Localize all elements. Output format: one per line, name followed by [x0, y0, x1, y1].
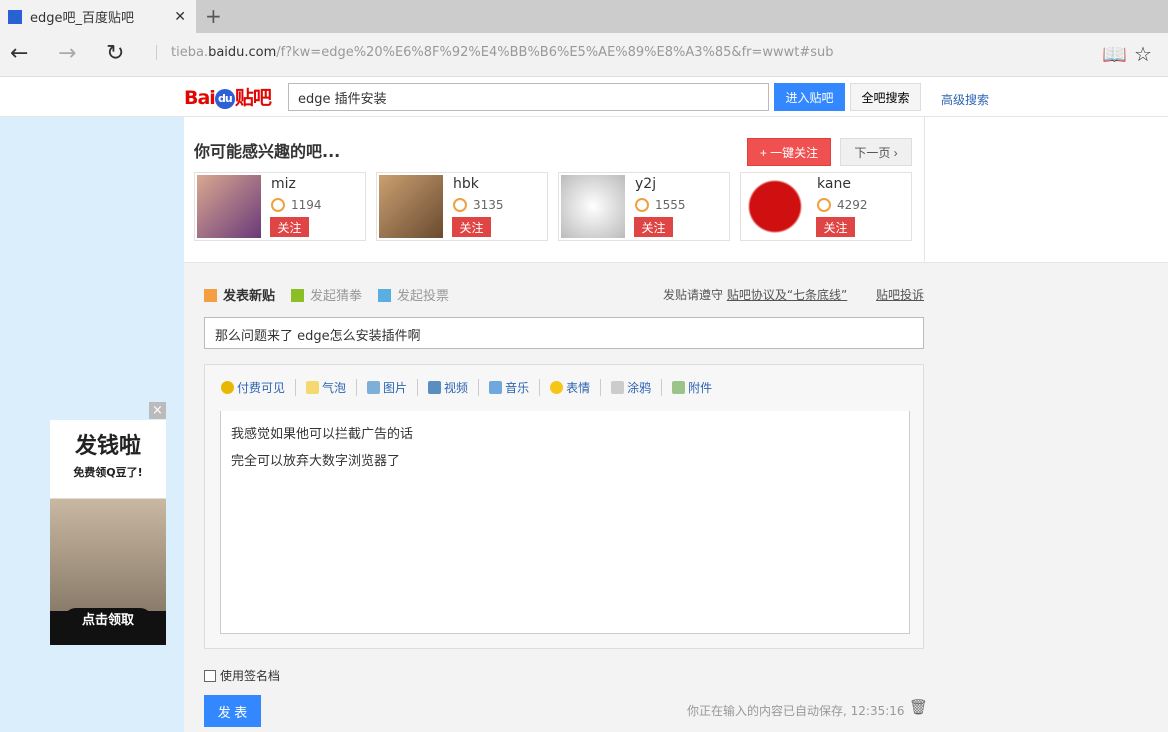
body-line: 我感觉如果他可以拦截广告的话 — [231, 427, 414, 442]
url-field[interactable]: tieba.baidu.com/f?kw=edge%20%E6%8F%92%E4… — [156, 45, 834, 60]
tool-doodle[interactable]: 涂鸦 — [611, 379, 663, 396]
bar-avatar[interactable] — [379, 175, 443, 238]
report-link[interactable]: 贴吧投诉 — [876, 286, 924, 303]
smiley-icon — [550, 381, 564, 394]
image-icon — [367, 381, 381, 394]
bar-name[interactable]: y2j — [635, 176, 656, 192]
tieba-header: Bai du 贴吧 edge 插件安装 进入贴吧 全吧搜索 高级搜索 — [0, 77, 1168, 117]
ad-close-icon[interactable]: × — [149, 402, 166, 419]
posting-rules: 发贴请遵守 贴吧协议及“七条底线” — [663, 288, 848, 302]
bar-card[interactable]: hbk 3135 关注 — [376, 172, 548, 241]
tieba-favicon-icon: 🐾 — [8, 9, 22, 24]
recommend-panel: 你可能感兴趣的吧... + 一键关注 下一页 › miz 1194 关注 hbk 31… — [184, 117, 924, 263]
tool-music[interactable]: 音乐 — [489, 379, 541, 396]
recommend-title: 你可能感兴趣的吧... — [194, 142, 341, 161]
search-input[interactable]: edge 插件安装 — [288, 83, 769, 111]
video-icon — [428, 381, 442, 394]
new-tab-icon[interactable]: + — [205, 4, 222, 28]
follow-button[interactable]: 关注 — [452, 217, 491, 237]
tool-image[interactable]: 图片 — [367, 379, 419, 396]
tool-attachment[interactable]: 附件 — [672, 379, 722, 396]
close-tab-icon[interactable]: ✕ — [174, 9, 186, 25]
attachment-icon — [672, 381, 686, 394]
bar-name[interactable]: miz — [271, 176, 296, 192]
follow-button[interactable]: 关注 — [270, 217, 309, 237]
follow-all-button[interactable]: + 一键关注 — [747, 138, 831, 166]
follow-button[interactable]: 关注 — [634, 217, 673, 237]
autosave-status: 你正在输入的内容已自动保存, 12:35:16 — [687, 704, 905, 718]
follow-button[interactable]: 关注 — [816, 217, 855, 237]
tab-new-post[interactable]: 发表新贴 — [204, 285, 275, 304]
post-editor-section: 发表新贴 发起猜拳 发起投票 发贴请遵守 贴吧协议及“七条底线” 贴吧投诉 那么… — [184, 263, 1168, 732]
editor-toolbar: 付费可见 气泡 图片 视频 音乐 表情 涂鸦 附件 — [221, 379, 732, 396]
member-count: 3135 — [453, 198, 504, 212]
pencil-icon — [204, 289, 217, 302]
palette-icon — [611, 381, 625, 394]
right-column — [924, 117, 1168, 263]
forward-icon[interactable]: → — [58, 41, 76, 66]
bar-avatar[interactable] — [561, 175, 625, 238]
bar-card[interactable]: kane 4292 关注 — [740, 172, 912, 241]
tab-vote[interactable]: 发起投票 — [378, 285, 449, 304]
music-icon — [489, 381, 503, 394]
enter-bar-button[interactable]: 进入贴吧 — [774, 83, 845, 111]
refresh-icon[interactable]: ↻ — [106, 41, 124, 66]
bar-card[interactable]: miz 1194 关注 — [194, 172, 366, 241]
signature-checkbox[interactable]: 使用签名档 — [204, 667, 280, 684]
member-count: 1194 — [271, 198, 322, 212]
submit-button[interactable]: 发 表 — [204, 695, 261, 727]
ad-claim-button[interactable]: 点击领取 — [63, 608, 153, 634]
advanced-search-link[interactable]: 高级搜索 — [941, 91, 989, 108]
bar-name[interactable]: kane — [817, 176, 851, 192]
bar-avatar[interactable] — [743, 175, 807, 238]
baidu-tieba-logo[interactable]: Bai du 贴吧 — [184, 83, 272, 110]
member-count: 1555 — [635, 198, 686, 212]
coin-icon — [221, 381, 234, 394]
rules-link[interactable]: 贴吧协议及“七条底线” — [727, 288, 847, 302]
tool-video[interactable]: 视频 — [428, 379, 480, 396]
user-icon — [635, 198, 649, 212]
tab-guess[interactable]: 发起猜拳 — [291, 285, 362, 304]
tab-bar: 🐾 edge吧_百度贴吧 ✕ + — [0, 0, 1168, 33]
ad-headline: 发钱啦 — [74, 434, 141, 459]
next-page-button[interactable]: 下一页 › — [840, 138, 912, 166]
bar-card[interactable]: y2j 1555 关注 — [558, 172, 730, 241]
chart-icon — [378, 289, 392, 302]
user-icon — [817, 198, 831, 212]
bar-name[interactable]: hbk — [453, 176, 479, 192]
body-line: 完全可以放弃大数字浏览器了 — [231, 454, 401, 469]
tool-emoji[interactable]: 表情 — [550, 379, 602, 396]
browser-tab[interactable]: 🐾 edge吧_百度贴吧 ✕ — [0, 0, 196, 33]
back-icon[interactable]: ← — [10, 41, 28, 66]
post-body-input[interactable]: 我感觉如果他可以拦截广告的话 完全可以放弃大数字浏览器了 — [220, 411, 910, 634]
all-search-button[interactable]: 全吧搜索 — [850, 83, 921, 111]
member-count: 4292 — [817, 198, 868, 212]
bar-avatar[interactable] — [197, 175, 261, 238]
trash-icon[interactable]: 🗑 — [909, 698, 928, 716]
tool-paid[interactable]: 付费可见 — [221, 379, 297, 396]
reading-view-icon[interactable]: 📖 — [1102, 42, 1127, 66]
editor: 付费可见 气泡 图片 视频 音乐 表情 涂鸦 附件 我感觉如果他可以拦截广告的话… — [204, 364, 924, 649]
tab-title: edge吧_百度贴吧 — [30, 11, 135, 26]
ad-subtitle: 免费领Q豆了! — [73, 466, 143, 479]
ad-banner[interactable]: 发钱啦 免费领Q豆了! 点击领取 — [50, 420, 166, 645]
guess-icon — [291, 289, 305, 302]
bubble-icon — [306, 381, 320, 394]
favorite-star-icon[interactable]: ☆ — [1134, 42, 1152, 66]
checkbox-icon[interactable] — [204, 669, 216, 682]
user-icon — [271, 198, 285, 212]
post-title-input[interactable]: 那么问题来了 edge怎么安装插件啊 — [204, 317, 924, 349]
tool-bubble[interactable]: 气泡 — [306, 379, 358, 396]
user-icon — [453, 198, 467, 212]
address-bar: ← → ↻ tieba.baidu.com/f?kw=edge%20%E6%8F… — [0, 33, 1168, 77]
